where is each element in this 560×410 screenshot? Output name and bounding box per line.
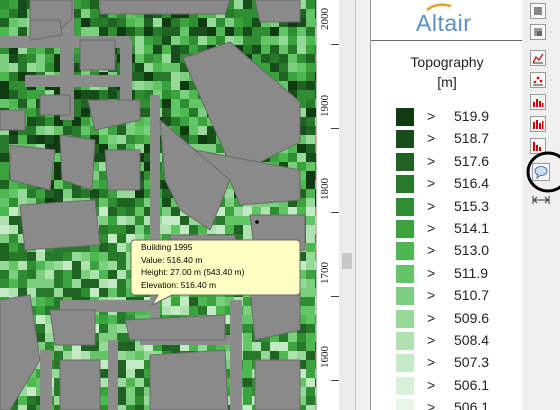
- legend-title: Topography: [410, 54, 484, 70]
- selected-point-marker: [255, 220, 259, 224]
- legend-value: 516.4: [454, 175, 490, 192]
- legend-swatch: [396, 287, 414, 306]
- legend-comparator: >: [427, 130, 436, 147]
- legend-entry: >509.6: [396, 308, 516, 330]
- legend-swatch: [396, 220, 414, 238]
- legend-value: 517.6: [454, 152, 490, 169]
- tooltip-line-title: Building 1995: [141, 242, 193, 252]
- tooltip-line-value: Value: 516.40 m: [141, 254, 203, 265]
- legend-entry: >511.9: [396, 263, 516, 285]
- ruler-tick: [331, 212, 339, 213]
- legend-entry: >517.6: [396, 151, 516, 173]
- ruler-tick: [331, 380, 339, 381]
- legend-value: 509.6: [454, 309, 490, 326]
- legend-entry: >516.4: [396, 173, 516, 195]
- legend-entry: >506.1: [396, 397, 516, 410]
- resize-horizontal-icon: [532, 196, 550, 204]
- ruler-tick: [331, 44, 339, 45]
- legend-swatch: [396, 399, 414, 410]
- legend-swatch: [396, 130, 414, 149]
- ruler-tick: [331, 296, 339, 297]
- toolbar-button-2-icon: [534, 28, 542, 36]
- legend-comparator: >: [427, 152, 436, 169]
- ruler-label: 1700: [319, 262, 331, 284]
- legend-swatch: [396, 197, 414, 216]
- legend-swatch: [396, 175, 414, 194]
- ruler-label: 2000: [319, 8, 331, 30]
- resize-horizontal-button[interactable]: [532, 193, 550, 205]
- line-chart-button[interactable]: [530, 50, 546, 66]
- legend-comparator: >: [427, 108, 436, 124]
- legend-value: 506.1: [454, 376, 490, 393]
- tooltip-text: Building 1995 Value: 516.40 m Height: 27…: [141, 241, 244, 291]
- legend-comparator: >: [427, 197, 436, 214]
- legend-swatch: [396, 108, 414, 126]
- ruler-tick: [331, 128, 339, 129]
- legend-swatch: [396, 332, 414, 350]
- histogram-button[interactable]: [530, 94, 546, 110]
- legend-comparator: >: [427, 175, 436, 192]
- topography-map[interactable]: [0, 0, 316, 410]
- legend-value: 513.0: [454, 242, 490, 259]
- legend-value: 511.9: [454, 264, 488, 281]
- legend-panel: Altair Topography [m] >519.9 >518.7 >517.6…: [370, 0, 524, 410]
- legend-comparator: >: [427, 242, 436, 259]
- legend-swatch: [396, 152, 414, 171]
- legend-entry: >515.3: [396, 196, 516, 218]
- histogram-icon: [533, 99, 544, 107]
- toolbar-button-1-icon: [534, 7, 542, 15]
- legend-comparator: >: [427, 399, 436, 410]
- legend-value: 518.7: [454, 130, 490, 147]
- legend-swatch: [396, 242, 414, 261]
- legend-value: 507.3: [454, 354, 490, 371]
- legend-entry: >510.7: [396, 285, 516, 307]
- legend-comparator: >: [427, 376, 436, 393]
- bar-chart-button[interactable]: [530, 116, 546, 132]
- altair-logo: Altair: [371, 0, 523, 41]
- legend-comparator: >: [427, 309, 436, 326]
- legend-comparator: >: [427, 287, 436, 304]
- map-view[interactable]: Building 1995 Value: 516.40 m Height: 27…: [0, 0, 316, 410]
- legend-entry: >518.7: [396, 128, 516, 150]
- panel-splitter[interactable]: [339, 0, 356, 410]
- ruler-label: 1600: [319, 346, 331, 368]
- legend-swatch: [396, 354, 414, 373]
- tooltip-line-height: Height: 27.00 m (543.40 m): [141, 267, 245, 277]
- legend-comparator: >: [427, 354, 436, 371]
- toolbar-button-1[interactable]: [530, 3, 546, 19]
- legend-value: 515.3: [454, 197, 490, 214]
- splitter-handle[interactable]: [342, 253, 352, 269]
- legend-comparator: >: [427, 220, 436, 236]
- legend-comparator: >: [427, 332, 436, 348]
- legend-swatch: [396, 264, 414, 283]
- legend-value: 514.1: [454, 220, 490, 236]
- legend-value: 510.7: [454, 287, 490, 304]
- legend-entry: >508.4: [396, 330, 516, 352]
- toolbar-button-2[interactable]: [530, 24, 546, 40]
- legend-entry: >514.1: [396, 218, 516, 240]
- right-toolbar: [522, 0, 560, 410]
- vertical-ruler: 2000 1900 1800 1700 1600: [316, 0, 340, 410]
- legend-unit: [m]: [437, 74, 457, 90]
- line-chart-icon: [532, 53, 544, 64]
- legend-comparator: >: [427, 264, 436, 281]
- bar-chart-icon: [533, 120, 544, 129]
- ruler-label: 1900: [319, 95, 331, 117]
- legend-value: 508.4: [454, 332, 490, 348]
- legend-value: 506.1: [454, 399, 490, 410]
- scatter-chart-button[interactable]: [530, 72, 546, 88]
- scatter-chart-icon: [533, 76, 543, 86]
- legend-swatch: [396, 309, 414, 328]
- legend-entry: >519.9: [396, 106, 516, 128]
- legend-entry: >513.0: [396, 240, 516, 262]
- legend-entry: >506.1: [396, 375, 516, 397]
- legend-entry: >507.3: [396, 352, 516, 374]
- legend-swatch: [396, 376, 414, 395]
- tooltip-line-elevation: Elevation: 516.40 m: [141, 279, 217, 290]
- ruler-label: 1800: [319, 178, 331, 200]
- highlight-circle: [526, 151, 560, 193]
- legend-value: 519.9: [454, 108, 490, 124]
- logo-text: Altair: [416, 10, 472, 36]
